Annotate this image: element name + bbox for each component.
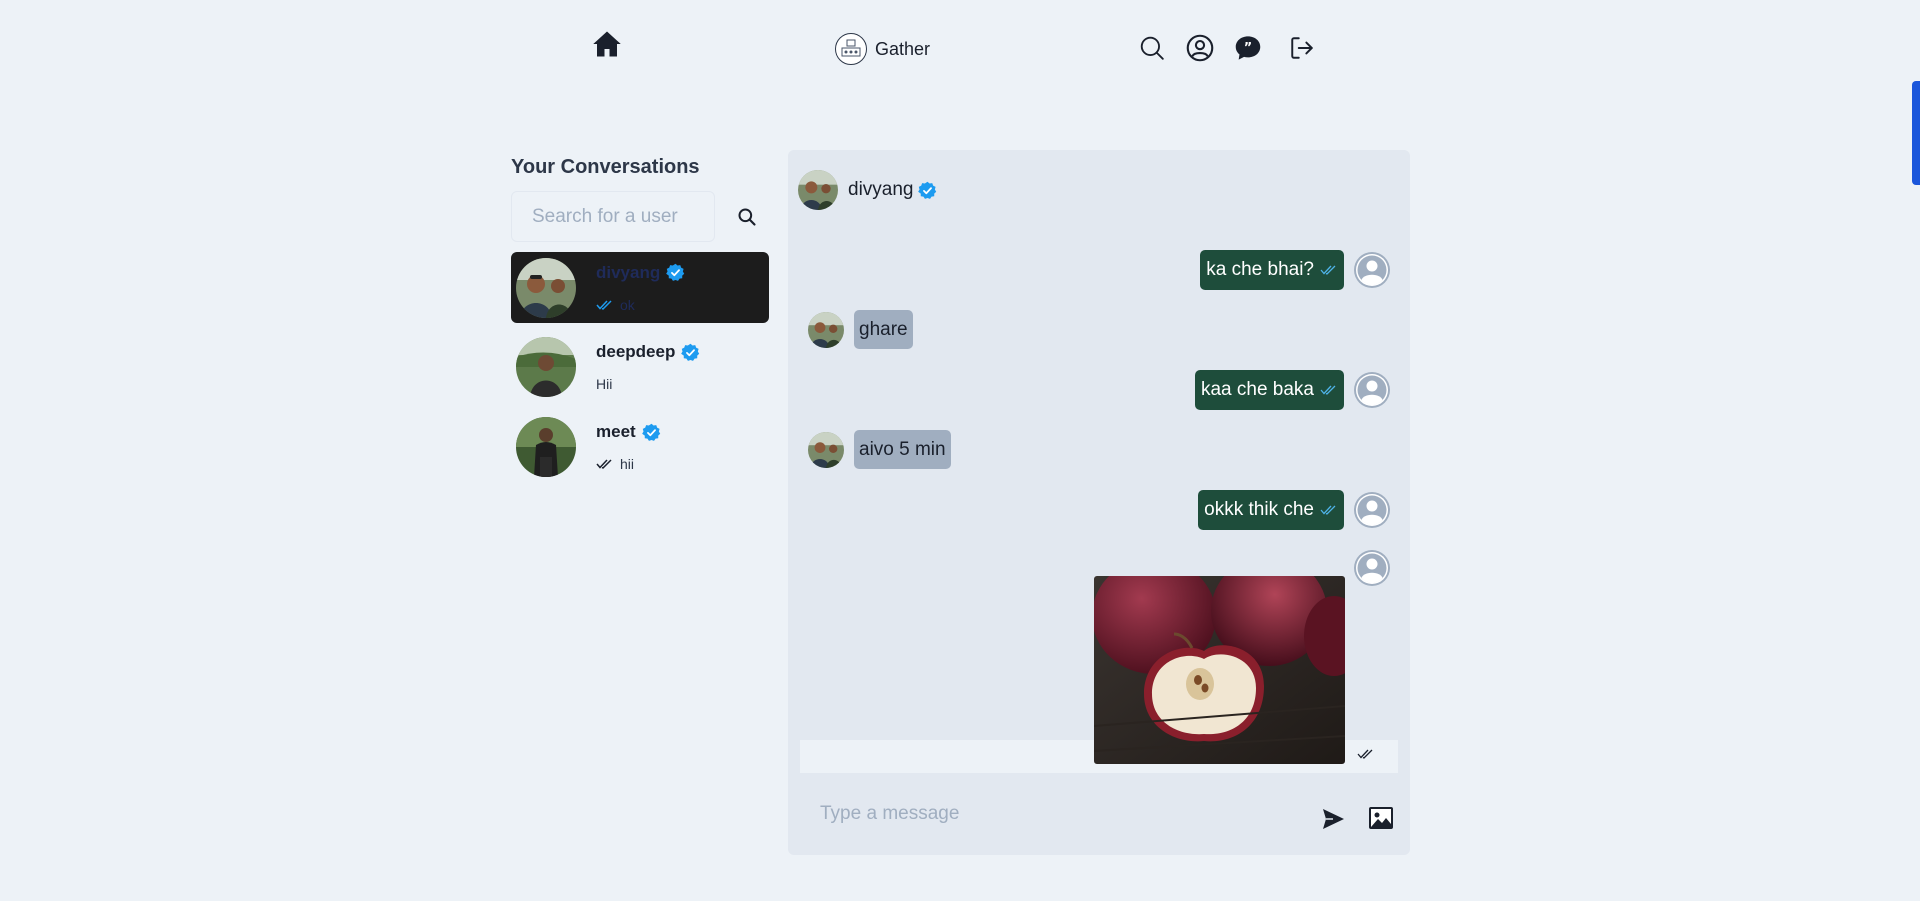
message-text: ka che bhai? [1206, 259, 1314, 280]
message-text: ghare [859, 318, 908, 340]
brand[interactable]: Gather [835, 33, 930, 65]
conversations-panel: Your Conversations divy [511, 150, 769, 491]
double-check-icon [596, 459, 612, 469]
avatar [516, 337, 576, 397]
message-outgoing: kaa che baka [1194, 370, 1390, 410]
brand-logo [835, 33, 867, 65]
double-check-icon [1320, 385, 1336, 395]
scroll-handle[interactable] [1912, 81, 1920, 185]
double-check-icon [1357, 749, 1373, 759]
verified-badge-icon [666, 263, 685, 281]
conversation-item[interactable]: deepdeep Hii [511, 331, 769, 403]
conversation-item[interactable]: divyang ok [511, 252, 769, 323]
search-user-button[interactable] [727, 197, 767, 237]
my-avatar [1354, 550, 1390, 586]
image-icon [1369, 807, 1393, 829]
attach-image-button[interactable] [1368, 806, 1394, 830]
message-text: okkk thik che [1204, 499, 1314, 520]
avatar [516, 257, 576, 318]
message-bubble[interactable]: okkk thik che [1198, 490, 1344, 530]
message-bubble[interactable]: kaa che baka [1194, 370, 1344, 410]
logout-icon[interactable] [1288, 34, 1316, 62]
sender-avatar [808, 431, 844, 468]
search-icon [738, 208, 756, 226]
message-bubble[interactable]: ghare [854, 310, 913, 349]
verified-badge-icon [681, 343, 700, 361]
double-check-icon [596, 299, 612, 310]
profile-icon[interactable] [1186, 34, 1214, 62]
svg-text:”: ” [1244, 41, 1252, 56]
conversation-item[interactable]: meet hii [511, 411, 769, 483]
image-message[interactable] [1094, 576, 1345, 764]
chat-panel: divyang ka che bhai? ghare kaa che baka … [788, 150, 1410, 855]
conversation-last-message: Hii [596, 376, 613, 392]
message-bubble[interactable]: ka che bhai? [1200, 250, 1344, 290]
send-button[interactable] [1321, 808, 1345, 830]
message-outgoing: okkk thik che [1198, 490, 1390, 530]
double-check-icon [1320, 265, 1336, 275]
conversation-last-message: hii [620, 456, 635, 472]
chat-header: divyang [798, 170, 937, 210]
conversation-name: divyang [596, 262, 661, 282]
verified-badge-icon [917, 181, 936, 199]
user-search-input[interactable] [511, 191, 715, 242]
apple-photo [1094, 576, 1345, 764]
send-icon [1323, 809, 1344, 829]
chat-user-name: divyang [848, 179, 914, 200]
double-check-icon [1320, 505, 1336, 515]
message-input[interactable] [820, 803, 1300, 825]
conversation-name: deepdeep [596, 342, 676, 361]
my-avatar [1354, 252, 1390, 288]
chat-user-avatar [798, 170, 838, 210]
verified-badge-icon [641, 423, 660, 441]
message-outgoing: ka che bhai? [1200, 250, 1390, 290]
home-icon[interactable] [592, 30, 624, 60]
my-avatar [1354, 372, 1390, 408]
message-composer [788, 773, 1410, 855]
conversations-title: Your Conversations [511, 156, 700, 178]
conversation-name: meet [596, 422, 636, 441]
message-bubble[interactable]: aivo 5 min [854, 430, 951, 469]
chat-icon[interactable]: ” [1234, 34, 1262, 62]
my-avatar [1354, 492, 1390, 528]
conversation-list: divyang ok deepdeep Hii meet hii [511, 252, 769, 483]
conversation-last-message: ok [620, 296, 635, 313]
message-text: aivo 5 min [859, 438, 946, 460]
avatar [516, 417, 576, 477]
sender-avatar [808, 311, 844, 348]
message-incoming: aivo 5 min [808, 430, 951, 469]
top-nav: Gather ” [0, 0, 1920, 100]
search-icon[interactable] [1138, 34, 1166, 62]
message-incoming: ghare [808, 310, 913, 349]
brand-name: Gather [875, 38, 931, 59]
message-text: kaa che baka [1200, 379, 1314, 400]
